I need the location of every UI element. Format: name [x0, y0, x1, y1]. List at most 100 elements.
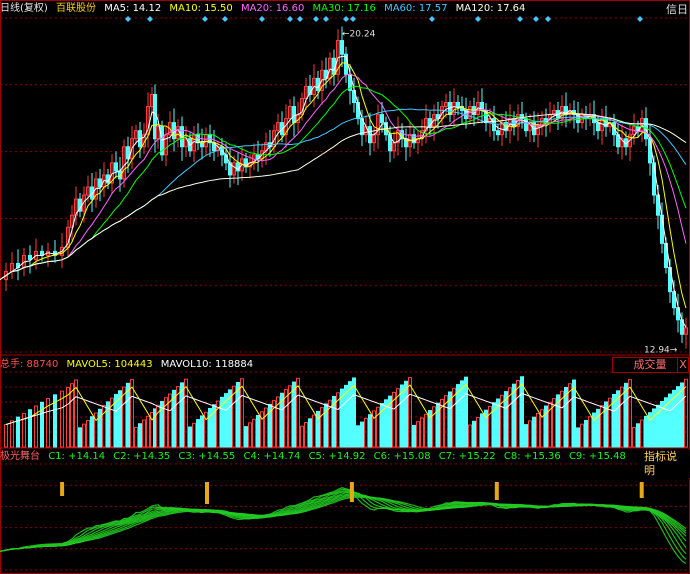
ribbon-line: [0, 490, 687, 555]
volume-bar: [368, 414, 372, 448]
c3-value: C3: +14.55: [178, 451, 236, 462]
volume-bar: [412, 424, 416, 448]
volume-bar: [236, 381, 240, 448]
signal-diamond: [313, 16, 319, 22]
volume-bar: [312, 414, 316, 448]
volume-bar: [70, 383, 74, 448]
volume-bar: [200, 415, 204, 448]
volume-bar: [352, 377, 356, 448]
volume-bar: [90, 416, 94, 448]
volume-bar: [636, 423, 640, 448]
volume-bar: [480, 413, 484, 448]
volume-bar: [624, 382, 628, 448]
stock-name: 百联股份: [56, 3, 96, 14]
signal-diamond: [545, 16, 551, 22]
volume-bar: [78, 427, 82, 448]
volume-bar: [644, 415, 648, 448]
indicator-name: 极光舞台: [0, 451, 40, 462]
price-min-label: 12.94→: [644, 345, 678, 355]
volume-bar: [652, 408, 656, 448]
volume-bar: [520, 376, 524, 448]
volume-bar: [244, 426, 248, 448]
volume-bar: [126, 382, 130, 448]
volume-bar: [292, 381, 296, 448]
close-volume-button[interactable]: X: [677, 357, 689, 373]
volume-bar: [640, 419, 644, 448]
indicator-marker: [60, 482, 65, 496]
volume-bar: [364, 417, 368, 448]
candle-body: [340, 40, 344, 55]
volume-bar: [460, 380, 464, 448]
volume-bar: [138, 423, 142, 448]
ma20-label: MA20: 16.60: [240, 3, 305, 14]
volume-bar: [416, 421, 420, 448]
volume-bar: [184, 378, 188, 448]
signal-diamond: [323, 16, 329, 22]
candle-body: [496, 130, 500, 136]
volume-bar: [304, 422, 308, 448]
signal-diamond: [637, 16, 643, 22]
volume-bar: [196, 419, 200, 448]
volume-bar: [516, 379, 520, 448]
volume-bar: [10, 420, 14, 448]
volume-bar: [344, 384, 348, 448]
signal-diamond: [517, 16, 523, 22]
volume-bar: [296, 377, 300, 448]
volume-bar: [536, 412, 540, 448]
price-chart[interactable]: ←20.24 12.94→: [0, 0, 690, 574]
signal-diamond: [350, 16, 356, 22]
volume-bar: [472, 420, 476, 448]
indicator-marker: [494, 482, 499, 500]
volume-bar: [568, 383, 572, 448]
volume-bar: [4, 424, 8, 448]
c1-value: C1: +14.14: [48, 451, 106, 462]
ma120-line: [0, 113, 687, 280]
volume-bar: [180, 382, 184, 448]
volume-bar: [684, 378, 688, 448]
volume-bar: [584, 419, 588, 448]
price-header: 日线(复权) 百联股份 MA5: 14.12 MA10: 15.50 MA20:…: [0, 2, 530, 16]
ma5-label: MA5: 14.12: [104, 3, 162, 14]
volume-bar: [400, 384, 404, 448]
volume-bar: [532, 416, 536, 448]
signal-diamond: [147, 16, 153, 22]
volume-bar: [288, 385, 292, 448]
volume-bar: [142, 419, 146, 448]
total-volume-label: 总手: 88740: [0, 359, 59, 370]
volume-bar: [188, 426, 192, 448]
ma10-label: MA10: 15.50: [169, 3, 233, 14]
volume-bar: [404, 380, 408, 448]
volume-bar: [308, 418, 312, 448]
indicator-help-button[interactable]: 指标说明: [640, 450, 690, 478]
candle-body: [316, 77, 320, 91]
volume-bar: [468, 424, 472, 448]
volume-bar: [456, 384, 460, 448]
volume-bar: [134, 426, 138, 448]
volume-bar: [356, 425, 360, 448]
volume-bar: [86, 419, 90, 448]
mavol10-label: MAVOL10: 118884: [160, 359, 254, 370]
volume-bar: [34, 405, 38, 448]
mavol5-label: MAVOL5: 104443: [66, 359, 153, 370]
volume-bar: [300, 425, 304, 448]
indicator-marker: [639, 482, 644, 498]
c4-value: C4: +14.74: [243, 451, 301, 462]
period-label[interactable]: 日线(复权): [0, 3, 48, 14]
c8-value: C8: +15.36: [503, 451, 561, 462]
volume-bar: [240, 378, 244, 448]
volume-bar: [596, 408, 600, 448]
c6-value: C6: +15.08: [373, 451, 431, 462]
signal-diamond: [343, 16, 349, 22]
indicator-marker: [205, 482, 209, 504]
signal-diamond: [222, 16, 228, 22]
c9-value: C9: +15.48: [568, 451, 626, 462]
volume-bar: [576, 427, 580, 448]
volume-bar: [232, 385, 236, 448]
volume-bar: [82, 423, 86, 448]
c2-value: C2: +14.35: [113, 451, 171, 462]
volume-header: 总手: 88740 MAVOL5: 104443 MAVOL10: 118884: [0, 358, 258, 372]
kline-window: ←20.24 12.94→ 日线(复权) 百联股份 MA5: 14.12 MA10…: [0, 0, 690, 574]
signal-diamond: [297, 16, 303, 22]
price-max-label: ←20.24: [342, 30, 376, 40]
volume-bar: [248, 422, 252, 448]
